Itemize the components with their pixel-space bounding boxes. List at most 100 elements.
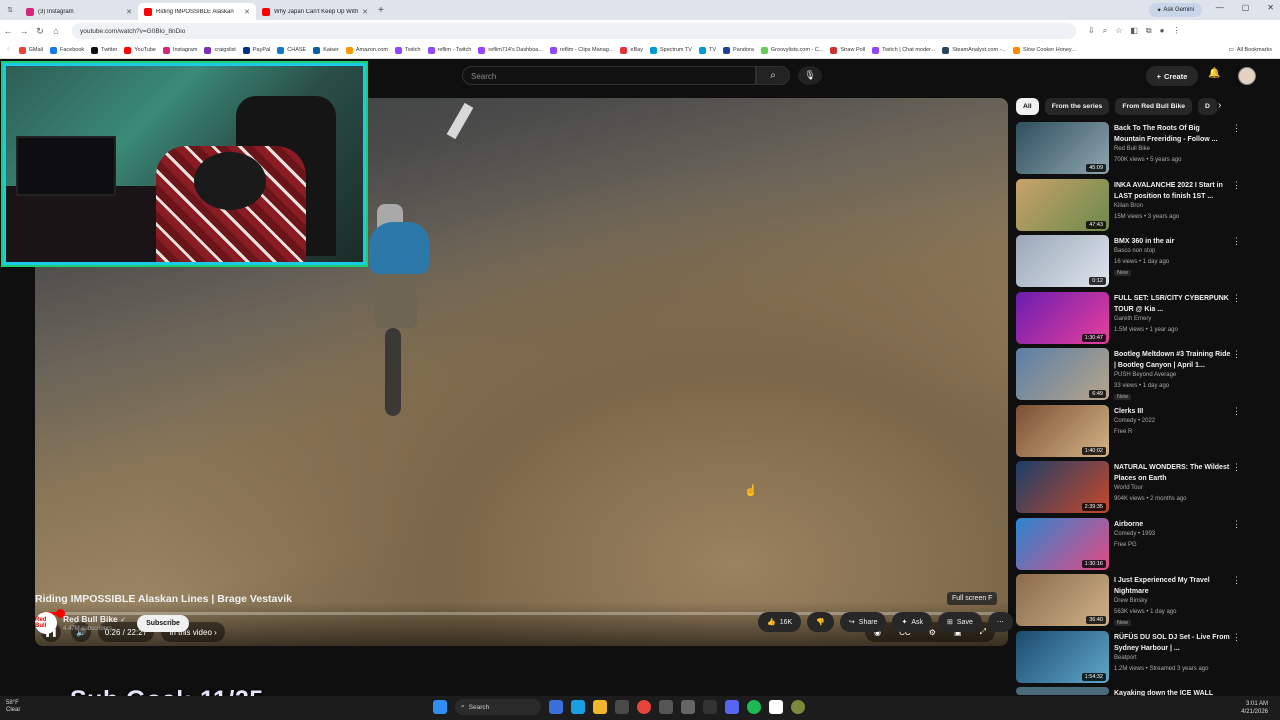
video-thumbnail[interactable]: 0:12 (1016, 235, 1109, 287)
url-input[interactable]: youtube.com/watch?v=G0Blo_8nDio (72, 23, 1076, 39)
chrome-icon[interactable] (637, 700, 651, 714)
recommendation-title[interactable]: Back To The Roots Of Big Mountain Freeri… (1114, 123, 1232, 145)
filter-chip[interactable]: All (1016, 98, 1039, 115)
bookmark-item[interactable]: Straw Poll (830, 46, 865, 54)
recommendation-item[interactable]: 47:43 INKA AVALANCHE 2022 I Start in LAS… (1016, 178, 1244, 235)
bookmark-item[interactable]: Twitch | Chat moder... (872, 46, 935, 54)
recommendation-title[interactable]: Clerks III (1114, 406, 1232, 417)
like-button[interactable]: 👍 16K (758, 612, 802, 632)
recommendation-channel[interactable]: Drew Binsky (1114, 598, 1147, 604)
recommendation-channel[interactable]: Comedy • 1993 (1114, 531, 1155, 537)
create-button[interactable]: + Create (1146, 66, 1198, 86)
more-vertical-icon[interactable]: ⋮ (1232, 293, 1241, 304)
recommendation-item[interactable]: 0:12 BMX 360 in the air Basco non stop 1… (1016, 234, 1244, 291)
bookmark-item[interactable]: CHASE (277, 46, 306, 54)
tab-close-icon[interactable]: ✕ (362, 8, 368, 16)
more-vertical-icon[interactable]: ⋮ (1232, 519, 1241, 530)
recommendation-channel[interactable]: Basco non stop (1114, 248, 1155, 254)
extensions-puzzle-icon[interactable]: ⧉ (1146, 26, 1152, 36)
recommendation-item[interactable]: 36:40 I Just Experienced My Travel Night… (1016, 573, 1244, 630)
ask-button[interactable]: ✦ Ask (892, 612, 933, 632)
close-window-icon[interactable]: ✕ (1267, 3, 1274, 12)
back-icon[interactable]: ← (0, 26, 16, 36)
more-vertical-icon[interactable]: ⋮ (1232, 236, 1241, 247)
bookmark-star-icon[interactable]: ☆ (1115, 26, 1122, 36)
recommendation-title[interactable]: RÜFÜS DU SOL DJ Set - Live From Sydney H… (1114, 632, 1232, 654)
store-icon[interactable] (615, 700, 629, 714)
profile-icon[interactable]: ● (1160, 26, 1165, 36)
recommendation-item[interactable]: 6:49 Bootleg Meltdown #3 Training Ride |… (1016, 347, 1244, 404)
channel-avatar[interactable]: Red Bull (35, 612, 57, 634)
subscribe-button[interactable]: Subscribe (137, 615, 189, 632)
filter-chip[interactable]: D (1198, 98, 1217, 115)
bookmark-item[interactable]: reflim - Twitch (427, 46, 471, 54)
recommendation-item[interactable]: 1:30:16 Airborne Comedy • 1993 Free PG ⋮ (1016, 517, 1244, 574)
home-icon[interactable]: ⌂ (48, 26, 64, 36)
edge-icon[interactable] (571, 700, 585, 714)
video-thumbnail[interactable]: 1:54:32 (1016, 630, 1109, 683)
recommendation-channel[interactable]: PUSH Beyond Average (1114, 372, 1176, 378)
video-thumbnail[interactable]: 1:40:02 (1016, 404, 1109, 457)
dislike-button[interactable]: 👎 (807, 612, 834, 632)
new-tab-button[interactable]: + (378, 5, 384, 16)
recommendation-title[interactable]: BMX 360 in the air (1114, 236, 1232, 247)
recommendation-channel[interactable]: World Tour (1114, 485, 1143, 491)
tab-close-icon[interactable]: ✕ (126, 8, 132, 16)
volume-button[interactable]: 🔊 (71, 622, 91, 642)
account-avatar[interactable] (1238, 67, 1256, 85)
weather-widget[interactable]: 58°F Clear (6, 700, 20, 714)
video-thumbnail[interactable]: 6:49 (1016, 348, 1109, 400)
extension-icon[interactable]: ◧ (1130, 26, 1138, 36)
bookmark-item[interactable]: Twitch (394, 46, 421, 54)
tab-close-icon[interactable]: ✕ (244, 8, 250, 16)
start-icon[interactable] (433, 700, 447, 714)
recommendation-title[interactable]: Airborne (1114, 519, 1232, 530)
recommendation-item[interactable]: 1:54:32 RÜFÜS DU SOL DJ Set - Live From … (1016, 630, 1244, 687)
notifications-bell-icon[interactable]: 🔔 (1208, 68, 1220, 79)
bookmark-item[interactable]: Kaiser (313, 46, 339, 54)
app-icon-2[interactable] (681, 700, 695, 714)
bookmark-item[interactable]: GMail (18, 46, 43, 54)
bookmark-item[interactable]: YouTube (124, 46, 156, 54)
recommendation-item-partial[interactable]: Kayaking down the ICE WALL (1016, 686, 1244, 697)
maximize-icon[interactable]: ▢ (1242, 3, 1250, 12)
browser-tab[interactable]: (3) Instagram ✕ (20, 3, 138, 20)
filter-chip[interactable]: From the series (1044, 98, 1110, 115)
filter-chip[interactable]: From Red Bull Bike (1115, 98, 1193, 115)
ask-gemini-button[interactable]: ✦ Ask Gemini (1148, 3, 1202, 17)
recommendation-channel[interactable]: Gareth Emery (1114, 316, 1151, 322)
video-thumbnail[interactable]: 1:30:16 (1016, 517, 1109, 570)
video-thumbnail[interactable]: 1:30:47 (1016, 291, 1109, 344)
more-vertical-icon[interactable]: ⋮ (1232, 632, 1241, 643)
voice-search-button[interactable]: 🎙 (798, 66, 822, 85)
video-thumbnail[interactable]: 36:40 (1016, 574, 1109, 626)
obs-icon[interactable] (769, 700, 783, 714)
discord-icon[interactable] (725, 700, 739, 714)
bookmark-item[interactable]: Twitter (91, 46, 117, 54)
recommendation-item[interactable]: 1:30:47 FULL SET: LSR/CITY CYBERPUNK TOU… (1016, 291, 1244, 348)
video-thumbnail[interactable] (1016, 687, 1109, 695)
bookmark-item[interactable]: Slow Cooker Honey... (1013, 46, 1076, 54)
recommendation-channel[interactable]: Comedy • 2022 (1114, 418, 1155, 424)
bookmark-item[interactable]: SteamAnalyst.com -... (942, 46, 1006, 54)
bookmark-item[interactable]: TV (698, 46, 716, 54)
more-actions-button[interactable]: ⋯ (987, 612, 1013, 632)
menu-kebab-icon[interactable]: ⋮ (1172, 26, 1180, 36)
share-button[interactable]: ↪ Share (839, 612, 887, 632)
install-icon[interactable]: ⇩ (1088, 26, 1095, 36)
bookmark-item[interactable]: Facebook (49, 46, 84, 54)
app-icon-1[interactable] (659, 700, 673, 714)
bookmark-item[interactable]: PayPal (242, 46, 270, 54)
recommendation-title[interactable]: FULL SET: LSR/CITY CYBERPUNK TOUR @ Kia … (1114, 293, 1232, 315)
forward-icon[interactable]: → (16, 26, 32, 36)
bookmark-item[interactable]: Amazon.com (345, 46, 388, 54)
more-vertical-icon[interactable]: ⋮ (1232, 123, 1241, 134)
video-thumbnail[interactable]: 2:39:35 (1016, 461, 1109, 513)
file-explorer-icon[interactable] (593, 700, 607, 714)
all-bookmarks-button[interactable]: ▭ All Bookmarks (1229, 47, 1272, 53)
recommendation-title[interactable]: Bootleg Meltdown #3 Training Ride | Boot… (1114, 349, 1232, 371)
recommendation-item[interactable]: 2:39:35 NATURAL WONDERS: The Wildest Pla… (1016, 460, 1244, 517)
browser-tab[interactable]: Why Japan Can't Keep Up With ✕ (256, 3, 374, 20)
app-icon-3[interactable] (791, 700, 805, 714)
apps-icon[interactable]: ⁘ (6, 47, 11, 53)
